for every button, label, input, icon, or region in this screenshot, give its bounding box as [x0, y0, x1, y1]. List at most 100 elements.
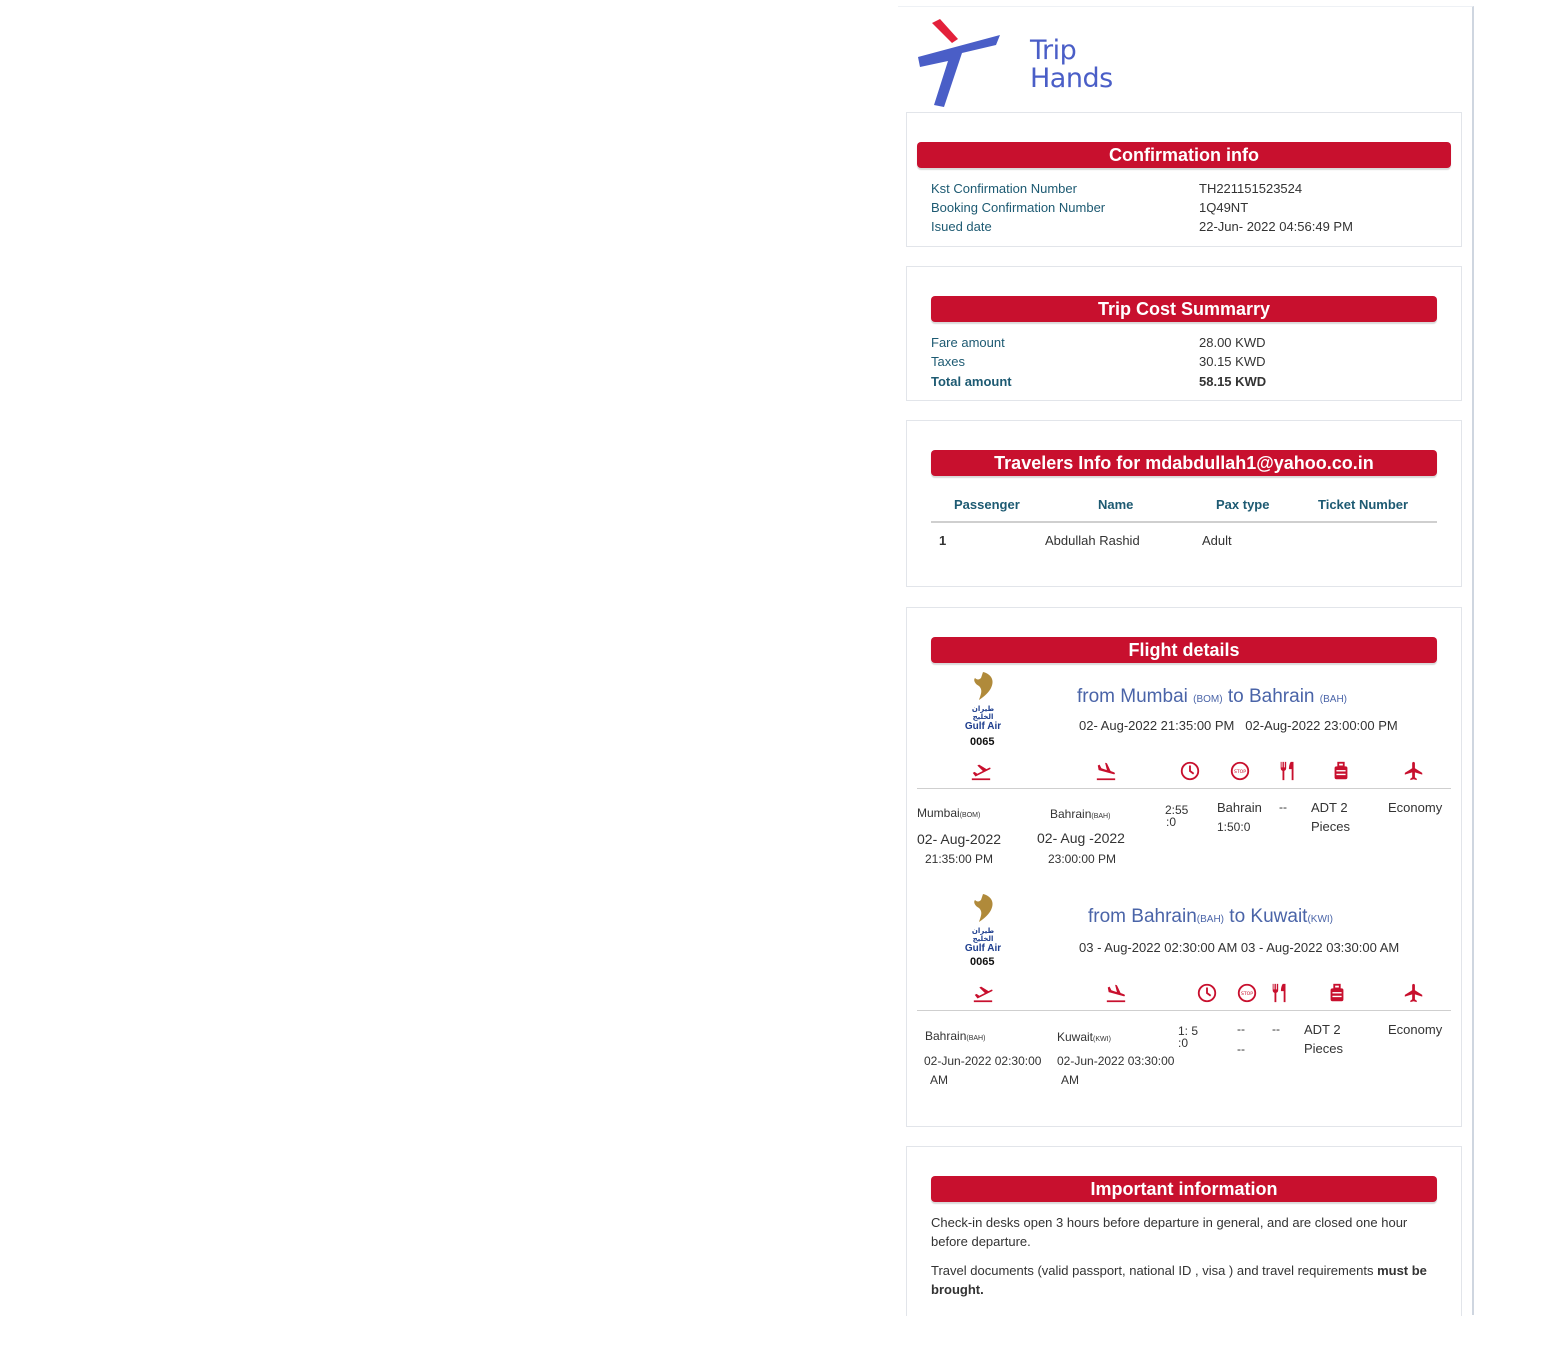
arrival-date: 02-Jun-2022 03:30:00	[1057, 1054, 1175, 1068]
logo-text-hands: Hands	[1030, 63, 1113, 94]
flight-number: 0065	[970, 736, 995, 748]
duration-line2: :0	[1178, 1036, 1189, 1050]
gulf-air-arabic: طيران الخليج	[971, 706, 995, 721]
departure-city-code: (BAH)	[966, 1035, 986, 1042]
baggage-line1: ADT 2	[1311, 800, 1348, 815]
svg-text:STOP: STOP	[1234, 769, 1246, 775]
route-from: from Bahrain	[1088, 906, 1197, 927]
route-from-code: (BOM)	[1193, 694, 1223, 705]
stop-city: --	[1237, 1022, 1245, 1036]
taxes-label: Taxes	[931, 354, 965, 369]
gulf-air-text: Gulf Air	[964, 721, 1002, 732]
departure-city: Mumbai(BOM)	[917, 806, 980, 820]
arrival-time: AM	[1061, 1073, 1079, 1087]
baggage-line1: ADT 2	[1304, 1022, 1341, 1037]
route-from-code: (BAH)	[1196, 914, 1225, 925]
booking-confirmation-value: 1Q49NT	[1199, 200, 1249, 215]
arrival-city-code: (KWI)	[1093, 1036, 1111, 1043]
trip-cost-card: Trip Cost Summarry Fare amount 28.00 KWD…	[906, 266, 1462, 401]
meal-icon	[1272, 983, 1286, 1003]
booking-confirmation-label: Booking Confirmation Number	[931, 200, 1106, 215]
col-pax-type: Pax type	[1216, 497, 1270, 512]
departure-date: 02-Jun-2022 02:30:00	[924, 1054, 1042, 1068]
departure-city: Bahrain(BAH)	[925, 1029, 985, 1043]
arrival-date: 02- Aug -2022	[1037, 830, 1125, 846]
travelers-card: Travelers Info for mdabdullah1@yahoo.co.…	[906, 420, 1462, 587]
issued-date-value: 22-Jun- 2022 04:56:49 PM	[1199, 219, 1353, 234]
gulf-air-arabic: طيران الخليج	[971, 928, 995, 943]
passenger-number: 1	[939, 533, 947, 548]
arrival-city-code: (BAH)	[1091, 813, 1111, 820]
stop-duration: 1:50:0	[1217, 820, 1251, 834]
flight-number: 0065	[970, 956, 995, 968]
stop-icon: STOP	[1230, 761, 1250, 781]
gulf-air-text: Gulf Air	[964, 943, 1002, 954]
cabin-plane-icon	[1404, 761, 1423, 781]
cabin-plane-icon	[1404, 983, 1423, 1003]
total-amount-label: Total amount	[931, 374, 1012, 389]
travelers-title: Travelers Info for mdabdullah1@yahoo.co.…	[931, 450, 1437, 476]
flight-details-title: Flight details	[931, 637, 1437, 663]
clock-icon	[1197, 983, 1217, 1003]
route-to: to Kuwait	[1229, 906, 1308, 927]
table-divider	[931, 521, 1437, 523]
travel-documents-text: Travel documents (valid passport, nation…	[931, 1263, 1378, 1278]
important-info-title: Important information	[931, 1176, 1437, 1202]
departure-city-code: (BOM)	[959, 812, 981, 819]
cabin-class: Economy	[1388, 1022, 1443, 1037]
stop-icon: STOP	[1237, 983, 1257, 1003]
passenger-pax-type: Adult	[1202, 533, 1232, 548]
confirmation-title: Confirmation info	[917, 142, 1451, 168]
segment-divider	[917, 788, 1451, 789]
gulf-air-logo: طيران الخليج Gulf Air	[961, 892, 1005, 954]
svg-text:STOP: STOP	[1241, 991, 1253, 997]
departure-datetime: 02- Aug-2022 21:35:00 PM	[1079, 718, 1235, 733]
passenger-name: Abdullah Rashid	[1045, 533, 1140, 548]
arrival-datetime: 03 - Aug-2022 03:30:00 AM	[1240, 940, 1400, 955]
arrival-city-name: Bahrain	[1050, 807, 1092, 821]
flight-details-card: Flight details طيران الخليج Gulf Air 006…	[906, 607, 1462, 1127]
arrival-time: 23:00:00 PM	[1048, 852, 1117, 866]
baggage-icon	[1330, 983, 1344, 1002]
departure-datetime: 03 - Aug-2022 02:30:00 AM	[1079, 940, 1238, 955]
route-from: from Mumbai	[1077, 686, 1188, 707]
logo-text-trip: Trip	[1030, 35, 1077, 66]
departure-time: 21:35:00 PM	[925, 852, 994, 866]
departure-date: 02- Aug-2022	[917, 831, 1002, 847]
arrival-city: Kuwait(KWI)	[1057, 1030, 1111, 1044]
fare-amount-label: Fare amount	[931, 335, 1005, 350]
gulf-air-logo: طيران الخليج Gulf Air	[961, 670, 1005, 732]
baggage-line2: Pieces	[1304, 1041, 1344, 1056]
falcon-icon	[974, 672, 993, 700]
duration-line2: :0	[1166, 815, 1177, 829]
col-passenger: Passenger	[954, 497, 1020, 512]
route-title: from Mumbai (BOM) to Bahrain (BAH)	[1077, 686, 1347, 708]
col-ticket-number: Ticket Number	[1318, 497, 1409, 512]
falcon-icon	[974, 894, 993, 922]
itinerary-sheet: Trip Hands Confirmation info Kst Confirm…	[898, 6, 1474, 1316]
confirmation-card: Confirmation info Kst Confirmation Numbe…	[906, 112, 1462, 247]
trip-cost-title: Trip Cost Summarry	[931, 296, 1437, 322]
route-to: to Bahrain	[1227, 686, 1315, 707]
meal-value: --	[1272, 1022, 1280, 1036]
arrival-city-name: Kuwait	[1057, 1030, 1094, 1044]
fare-amount-value: 28.00 KWD	[1199, 335, 1266, 350]
issued-date-label: Isued date	[931, 219, 992, 234]
takeoff-icon	[973, 986, 993, 1003]
landing-icon	[1096, 762, 1116, 781]
important-info-card: Important information Check-in desks ope…	[906, 1146, 1462, 1316]
logo-mark-icon	[918, 19, 1000, 107]
takeoff-icon	[971, 764, 991, 781]
baggage-icon	[1334, 761, 1348, 780]
meal-icon	[1280, 761, 1294, 781]
route-times: 03 - Aug-2022 02:30:00 AM 03 - Aug-2022 …	[1079, 940, 1399, 955]
travel-documents-note: Travel documents (valid passport, nation…	[931, 1261, 1441, 1299]
meal-value: --	[1279, 800, 1287, 814]
taxes-value: 30.15 KWD	[1199, 354, 1266, 369]
departure-city-name: Bahrain	[925, 1029, 967, 1043]
cabin-class: Economy	[1388, 800, 1443, 815]
arrival-datetime: 02-Aug-2022 23:00:00 PM	[1245, 718, 1398, 733]
route-to-code: (BAH)	[1319, 694, 1348, 705]
stop-duration: --	[1237, 1042, 1245, 1056]
route-times: 02- Aug-2022 21:35:00 PM 02-Aug-2022 23:…	[1079, 718, 1398, 733]
